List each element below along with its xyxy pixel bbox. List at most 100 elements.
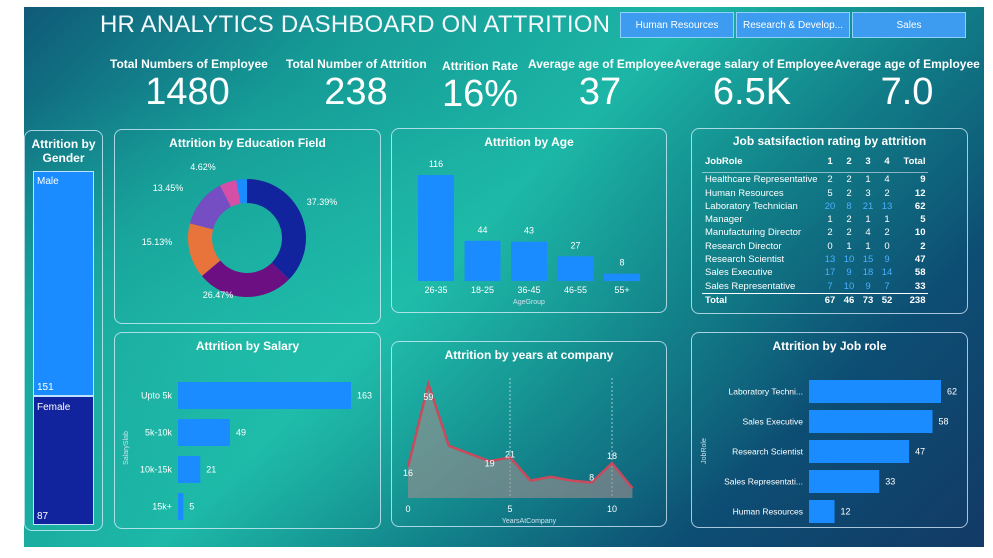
table-row[interactable]: Sales Representative 7 10 9 7 33 [702, 280, 928, 294]
job-role-bar-value: 58 [938, 417, 948, 427]
table-cell: 47 [914, 254, 926, 266]
job-role-bar-chart: 62 Laboratory Techni... 58 Sales Executive 4… [701, 380, 957, 523]
kpi-total-employees: Total Numbers of Employee 1480 [110, 57, 268, 114]
card-attrition-by-years: Attrition by years at company 0 5 10 16 59 19… [391, 341, 667, 527]
years-data-label: 21 [505, 449, 515, 459]
table-cell: 0 [884, 240, 890, 252]
age-bar [511, 241, 547, 281]
table-cell: Human Resources [705, 187, 784, 199]
years-data-label: 59 [423, 392, 433, 402]
table-cell: 5 [920, 214, 926, 226]
salary-axis-label: 15k+ [152, 502, 172, 512]
table-cell: 9 [884, 254, 890, 266]
table-header-cell: 3 [865, 156, 871, 167]
table-cell: 1 [865, 240, 871, 252]
table-row[interactable]: Manager 1 2 1 1 5 [702, 213, 928, 226]
card-attrition-by-education: Attrition by Education Field 37.39% 26.47… [114, 129, 381, 324]
kpi-label: Average age of Employee [528, 57, 674, 71]
bar-female[interactable]: Female 87 [33, 395, 94, 525]
donut-label: 13.45% [153, 183, 184, 193]
table-total-cell: 238 [896, 292, 929, 308]
dashboard: HR ANALYTICS DASHBOARD ON ATTRITION Huma… [24, 7, 984, 547]
job-role-bar-value: 33 [885, 477, 895, 487]
kpi-attrition-rate: Attrition Rate 16% [436, 59, 524, 116]
table-row[interactable]: Research Scientist 13 10 15 9 47 [702, 253, 928, 266]
table-row[interactable]: Research Director 0 1 1 0 2 [702, 240, 928, 253]
table-cell: 3 [865, 187, 871, 199]
salary-bar-value: 49 [236, 428, 246, 438]
kpi-value: 16% [441, 73, 519, 115]
kpi-average-salary: Average salary of Employee 6.5K [674, 57, 834, 114]
table-cell: 2 [884, 187, 890, 199]
job-role-axis-label: Laboratory Techni... [729, 387, 804, 397]
age-bar [418, 175, 454, 281]
table-header-cell: 2 [846, 156, 852, 167]
table-cell: 15 [862, 254, 874, 266]
table-cell: 12 [914, 187, 926, 199]
kpi-label: Average salary of Employee [674, 57, 834, 71]
table-row[interactable]: Laboratory Technician 20 8 21 13 62 [702, 200, 928, 213]
table-cell: 8 [846, 200, 852, 212]
table-cell: 2 [846, 187, 852, 199]
age-axis-label: 36-45 [517, 285, 540, 295]
years-data-label: 16 [403, 468, 413, 478]
table-cell: 62 [914, 200, 926, 212]
table-total-cell: 46 [839, 292, 859, 308]
gender-label-male: Male [37, 176, 59, 187]
age-bar [604, 273, 640, 281]
table-cell: 2 [846, 227, 852, 239]
years-axis-tick: 5 [507, 504, 512, 514]
slicer-button-sales[interactable]: Sales [852, 12, 966, 38]
chart-title: Attrition by Gender [31, 137, 96, 165]
table-row[interactable]: Manufacturing Director 2 2 4 2 10 [702, 226, 928, 239]
donut-label: 26.47% [203, 290, 234, 300]
gender-value-male: 151 [37, 381, 54, 393]
salary-axis-label: 10k-15k [140, 465, 173, 475]
years-area [408, 383, 633, 498]
age-bar-value: 44 [477, 225, 487, 235]
table-header-row: JobRole 1 2 3 4 Total [702, 155, 928, 168]
table-cell: 4 [865, 227, 871, 239]
job-role-bar-value: 12 [841, 507, 851, 517]
age-bar-value: 8 [619, 258, 624, 268]
table-cell: 7 [827, 280, 833, 292]
kpi-value: 238 [324, 71, 388, 113]
table-row[interactable]: Human Resources 5 2 3 2 12 [702, 187, 928, 200]
table-cell: 33 [914, 280, 926, 292]
gender-label-female: Female [37, 401, 71, 413]
years-area-chart: 0 5 10 16 59 19 21 8 18 YearsAtCompany [403, 378, 634, 525]
slicer-button-human-resources[interactable]: Human Resources [620, 12, 734, 38]
bar-male[interactable]: Male 151 [33, 171, 94, 396]
salary-bar-value: 21 [206, 465, 216, 475]
table-cell: 7 [884, 280, 890, 292]
table-row[interactable]: Sales Executive 17 9 18 14 58 [702, 266, 928, 279]
table-cell: 1 [827, 214, 833, 226]
salary-bar [178, 419, 231, 446]
kpi-label: Attrition Rate [442, 59, 518, 73]
age-axis-label: 55+ [614, 285, 629, 295]
gender-value-female: 87 [37, 510, 49, 522]
job-role-bar [809, 410, 933, 433]
table-total-cell: 52 [877, 292, 897, 308]
card-attrition-by-gender: Attrition by Gender Male 151 Female 87 [24, 130, 103, 531]
kpi-average-age: Average age of Employee 37 [528, 57, 674, 114]
table-header-cell: Total [903, 156, 926, 167]
table-total-row: Total 67 46 73 52 238 [702, 292, 929, 308]
table-total-cell: Total [702, 292, 821, 308]
job-role-axis-title: JobRole [701, 438, 708, 464]
table-cell: 13 [881, 200, 893, 212]
table-cell: 17 [824, 267, 836, 279]
slicer-button-research-development[interactable]: Research & Develop... [736, 12, 850, 38]
years-axis-tick: 0 [405, 504, 410, 514]
years-data-label: 19 [485, 458, 495, 468]
table-cell: 21 [862, 200, 874, 212]
table-cell: 2 [846, 214, 852, 226]
education-donut-chart: 37.39% 26.47% 15.13% 13.45% 4.62% [142, 162, 338, 300]
table-cell: Manufacturing Director [705, 227, 802, 239]
job-role-axis-label: Human Resources [733, 507, 803, 517]
job-role-bar [809, 500, 835, 523]
table-row[interactable]: Healthcare Representative 2 2 1 4 9 [702, 173, 928, 187]
age-axis-label: 18-25 [471, 285, 494, 295]
kpi-label: Total Number of Attrition [286, 57, 427, 71]
table-cell: Healthcare Representative [705, 174, 818, 186]
